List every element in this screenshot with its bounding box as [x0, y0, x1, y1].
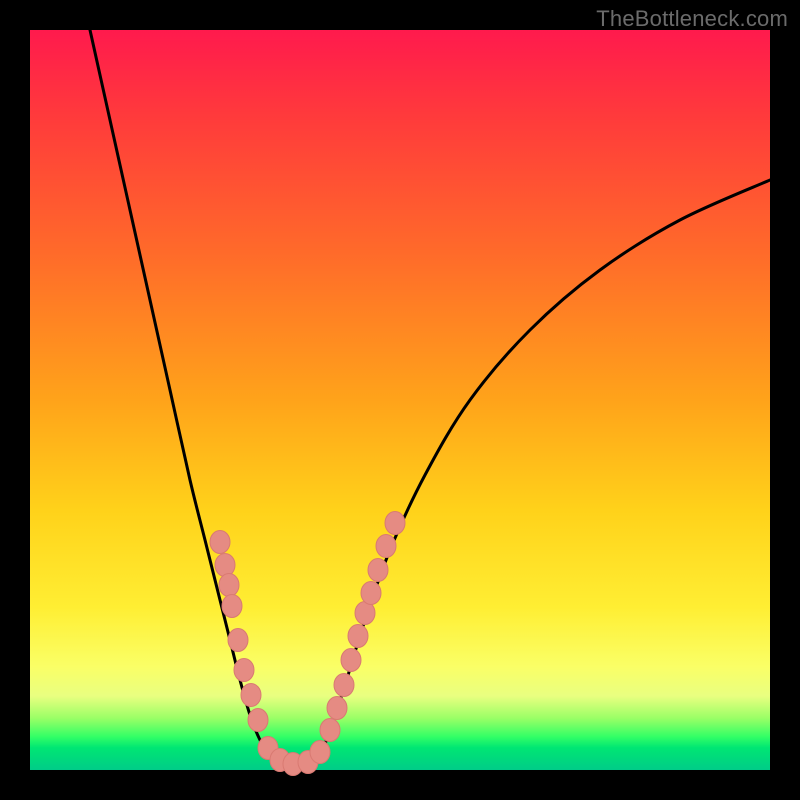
watermark-text: TheBottleneck.com	[596, 6, 788, 32]
bead-right-4	[334, 674, 354, 697]
bead-left-2	[219, 574, 239, 597]
bead-right-8	[361, 582, 381, 605]
bead-right-2	[320, 719, 340, 742]
bead-right-6	[348, 625, 368, 648]
bead-left-5	[234, 659, 254, 682]
bead-left-1	[215, 554, 235, 577]
outer-frame: TheBottleneck.com	[0, 0, 800, 800]
bottleneck-curve	[90, 30, 770, 765]
beads-group	[210, 512, 405, 776]
bead-right-9	[368, 559, 388, 582]
bead-left-3	[222, 595, 242, 618]
bead-right-3	[327, 697, 347, 720]
bead-right-1	[310, 741, 330, 764]
bead-right-5	[341, 649, 361, 672]
bead-right-10	[376, 535, 396, 558]
bead-left-0	[210, 531, 230, 554]
bead-left-4	[228, 629, 248, 652]
curve-svg	[30, 30, 770, 770]
bead-right-11	[385, 512, 405, 535]
bead-left-6	[241, 684, 261, 707]
bead-left-7	[248, 709, 268, 732]
plot-area	[30, 30, 770, 770]
